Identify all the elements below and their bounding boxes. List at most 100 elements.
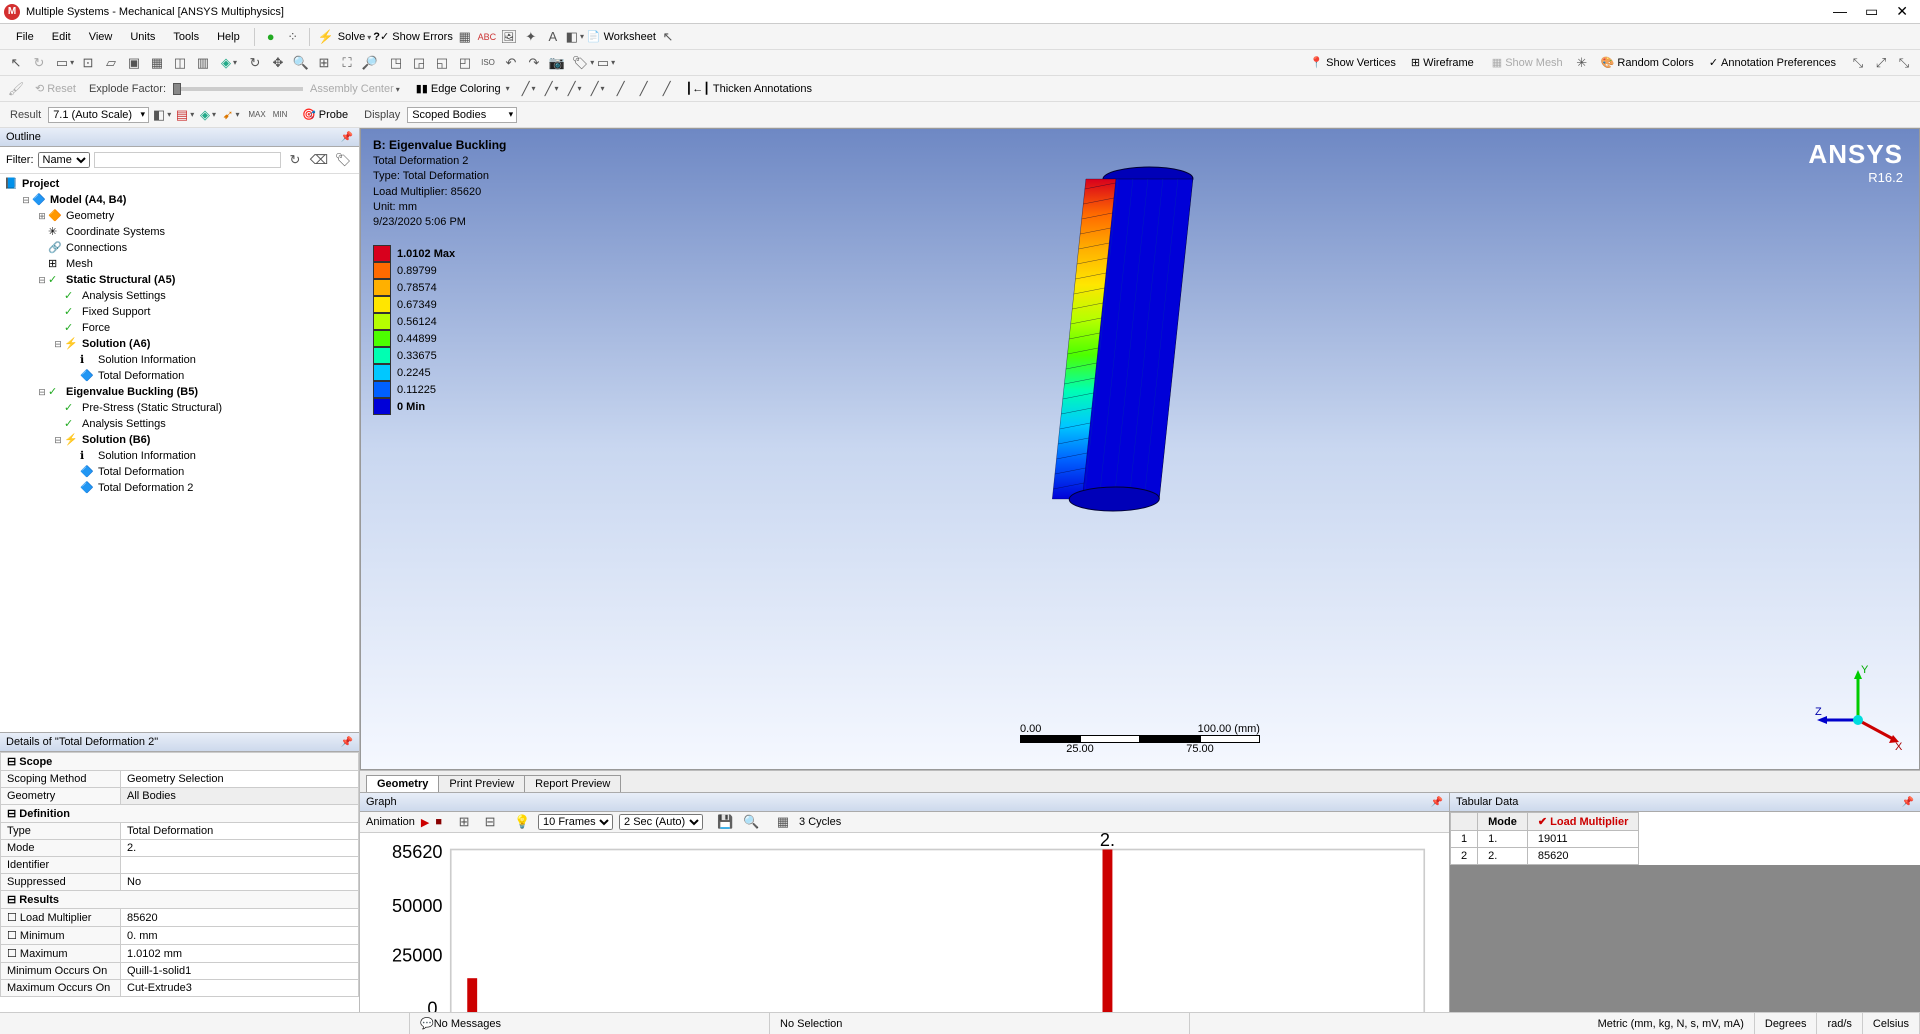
tree-solinfo1[interactable]: ℹSolution Information [4, 352, 355, 368]
solve-icon[interactable]: ⚡ [316, 27, 336, 47]
tag-dd-icon[interactable]: 🏷 [573, 53, 593, 73]
tree-sol-a6[interactable]: ⊟⚡Solution (A6) [4, 336, 355, 352]
bulb-icon[interactable]: 💡 [512, 812, 532, 832]
cube-dd-icon[interactable]: ◧ [565, 27, 585, 47]
details-row[interactable]: ☐ Minimum0. mm [1, 927, 359, 945]
thicken-button[interactable]: ┃←┃ Thicken Annotations [680, 80, 818, 97]
tree-totdef2[interactable]: 🔷Total Deformation [4, 464, 355, 480]
tab-report-preview[interactable]: Report Preview [524, 775, 621, 792]
annot-icon[interactable]: A [543, 27, 563, 47]
body-sel-icon[interactable]: ▦ [147, 53, 167, 73]
status-temp[interactable]: Celsius [1863, 1013, 1920, 1034]
tree-prestress[interactable]: ✓Pre-Stress (Static Structural) [4, 400, 355, 416]
node-sel-icon[interactable]: ◫ [170, 53, 190, 73]
edge-coloring-button[interactable]: ▮▮ Edge Coloring [410, 80, 516, 97]
maximize-button[interactable]: ▭ [1865, 3, 1878, 20]
duration-dd[interactable]: 2 Sec (Auto) [619, 814, 703, 830]
select-dd-icon[interactable]: ▭ [55, 53, 75, 73]
ec7-icon[interactable]: ╱ [657, 79, 677, 99]
details-row[interactable]: Scoping MethodGeometry Selection [1, 771, 359, 788]
ec4-icon[interactable]: ╱ [588, 79, 608, 99]
face-sel-icon[interactable]: ▣ [124, 53, 144, 73]
vec-dd-icon[interactable]: ➹ [221, 105, 241, 125]
camera-icon[interactable]: 📷 [547, 53, 567, 73]
details-row[interactable]: ☐ Maximum1.0102 mm [1, 945, 359, 963]
view-back-icon[interactable]: ◲ [409, 53, 429, 73]
connect-icon[interactable]: ⁘ [283, 27, 303, 47]
anim-opt1-icon[interactable]: ⊞ [454, 812, 474, 832]
status-units[interactable]: Metric (mm, kg, N, s, mV, mA) [1588, 1013, 1755, 1034]
view-right-icon[interactable]: ◰ [455, 53, 475, 73]
tree-buckling[interactable]: ⊟✓Eigenvalue Buckling (B5) [4, 384, 355, 400]
tree-totdef1[interactable]: 🔷Total Deformation [4, 368, 355, 384]
rect-dd-icon[interactable]: ▭ [596, 53, 616, 73]
tree-mesh[interactable]: ⊞Mesh [4, 256, 355, 272]
status-degrees[interactable]: Degrees [1755, 1013, 1818, 1034]
zoom-sel-icon[interactable]: 🔎 [360, 53, 380, 73]
pin-icon[interactable]: 📌 [341, 132, 353, 143]
edge-sel-icon[interactable]: ▱ [101, 53, 121, 73]
solve-button[interactable]: Solve [338, 31, 372, 43]
details-row[interactable]: Mode2. [1, 840, 359, 857]
details-row[interactable]: Maximum Occurs OnCut-Extrude3 [1, 980, 359, 997]
iso-dd-icon[interactable]: ◈ [219, 53, 239, 73]
tab-print-preview[interactable]: Print Preview [438, 775, 525, 792]
wireframe-button[interactable]: ⊞ Wireframe [1405, 54, 1480, 71]
details-row[interactable]: ☐ Load Multiplier85620 [1, 909, 359, 927]
graph-plot[interactable]: 85620 50000 25000 0. 2. 1 2 [360, 833, 1449, 1012]
tree-fixed[interactable]: ✓Fixed Support [4, 304, 355, 320]
zoom-box-icon[interactable]: ⊞ [314, 53, 334, 73]
tree-coord[interactable]: ✳Coordinate Systems [4, 224, 355, 240]
status-messages[interactable]: 💬 No Messages [410, 1013, 770, 1034]
contour-dd-icon[interactable]: ◧ [152, 105, 172, 125]
align-right-icon[interactable]: ⤡ [1894, 53, 1914, 73]
align-left-icon[interactable]: ⤡ [1848, 53, 1868, 73]
image-icon[interactable]: 🖼 [499, 27, 519, 47]
details-row[interactable]: Minimum Occurs OnQuill-1-solid1 [1, 963, 359, 980]
ec6-icon[interactable]: ╱ [634, 79, 654, 99]
menu-edit[interactable]: Edit [44, 28, 79, 46]
align-mid-icon[interactable]: ⤢ [1871, 53, 1891, 73]
menu-tools[interactable]: Tools [165, 28, 207, 46]
tree-project[interactable]: 📘Project [4, 176, 355, 192]
menu-view[interactable]: View [81, 28, 121, 46]
minimize-button[interactable]: — [1833, 3, 1847, 20]
max-icon[interactable]: MAX [247, 105, 267, 125]
vertex-sel-icon[interactable]: ⊡ [78, 53, 98, 73]
view-iso-icon[interactable]: ISO [478, 53, 498, 73]
details-row[interactable]: GeometryAll Bodies [1, 788, 359, 805]
tree-analysis2[interactable]: ✓Analysis Settings [4, 416, 355, 432]
probe-button[interactable]: 🎯 Probe [296, 106, 354, 123]
menu-units[interactable]: Units [122, 28, 163, 46]
filter-type-dd[interactable]: Name [38, 152, 90, 168]
tree-totdef3[interactable]: 🔷Total Deformation 2 [4, 480, 355, 496]
stop-button[interactable]: ■ [435, 816, 442, 828]
ec2-icon[interactable]: ╱ [542, 79, 562, 99]
pin-icon[interactable]: 📌 [341, 737, 353, 748]
pointer-icon[interactable]: ↖ [658, 27, 678, 47]
ec3-icon[interactable]: ╱ [565, 79, 585, 99]
show-vertices-button[interactable]: 📍 Show Vertices [1303, 54, 1401, 71]
chart-icon[interactable]: ▦ [455, 27, 475, 47]
rotate-icon[interactable]: ↻ [245, 53, 265, 73]
pin-icon[interactable]: 📌 [1902, 797, 1914, 808]
next-view-icon[interactable]: ↷ [524, 53, 544, 73]
random-colors-button[interactable]: 🎨 Random Colors [1595, 54, 1700, 71]
play-button[interactable]: ▶ [421, 816, 429, 829]
menu-file[interactable]: File [8, 28, 42, 46]
zoom-fit-icon[interactable]: ⛶ [337, 53, 357, 73]
viewport-3d[interactable]: B: Eigenvalue Buckling Total Deformation… [360, 128, 1920, 770]
frames-dd[interactable]: 10 Frames [538, 814, 613, 830]
tree-sol-b6[interactable]: ⊟⚡Solution (B6) [4, 432, 355, 448]
assembly-center-dd[interactable]: Assembly Center [306, 83, 404, 95]
annotation-prefs-button[interactable]: ✓ Annotation Preferences [1703, 54, 1842, 71]
tree-model[interactable]: ⊟🔷Model (A4, B4) [4, 192, 355, 208]
prev-view-icon[interactable]: ↶ [501, 53, 521, 73]
status-rads[interactable]: rad/s [1817, 1013, 1862, 1034]
zoom-icon[interactable]: 🔍 [291, 53, 311, 73]
tree-geometry[interactable]: ⊞🔶Geometry [4, 208, 355, 224]
view-left-icon[interactable]: ◱ [432, 53, 452, 73]
shape-dd-icon[interactable]: ◈ [198, 105, 218, 125]
tab-geometry[interactable]: Geometry [366, 775, 439, 792]
export-icon[interactable]: 💾 [715, 812, 735, 832]
